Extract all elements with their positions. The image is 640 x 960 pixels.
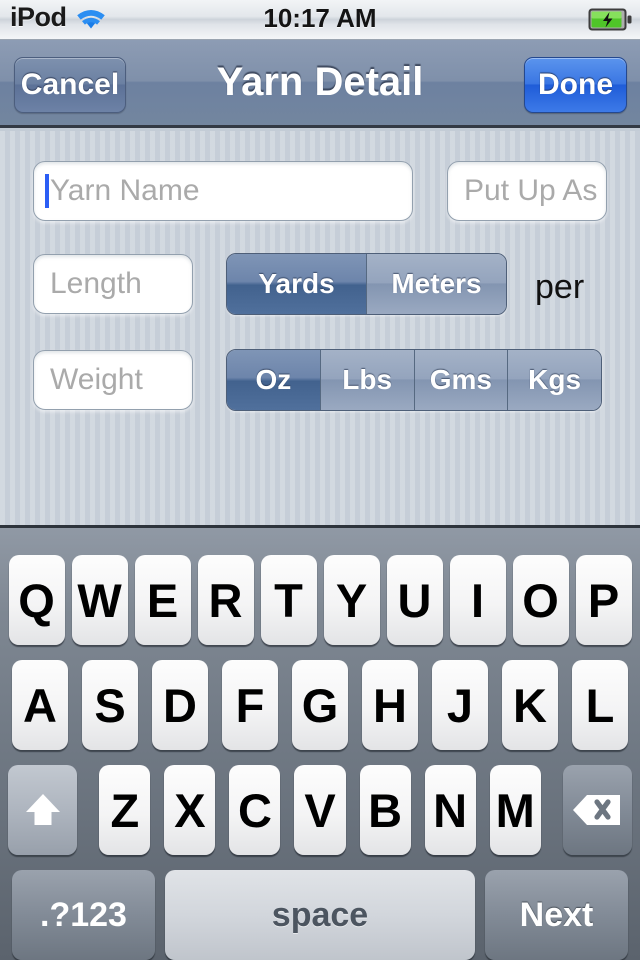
key-u[interactable]: U: [386, 555, 443, 645]
next-key[interactable]: Next: [485, 870, 628, 960]
segment-meters[interactable]: Meters: [367, 254, 506, 314]
weight-input[interactable]: Weight: [33, 350, 193, 410]
space-key[interactable]: space: [165, 870, 475, 960]
navigation-bar: Cancel Yarn Detail Done: [0, 40, 640, 128]
delete-backspace-icon: [573, 795, 621, 825]
key-m[interactable]: M: [489, 765, 541, 855]
battery-charging-icon: [588, 8, 632, 31]
segment-kgs[interactable]: Kgs: [508, 350, 601, 410]
keyboard-row-2: A S D F G H J K L: [0, 660, 640, 750]
segment-gms[interactable]: Gms: [414, 350, 509, 410]
per-label: per: [535, 268, 585, 306]
status-time: 10:17 AM: [263, 3, 377, 33]
shift-key[interactable]: [7, 765, 78, 855]
key-k[interactable]: K: [502, 660, 558, 750]
key-l[interactable]: L: [572, 660, 628, 750]
key-z[interactable]: Z: [99, 765, 151, 855]
key-s[interactable]: S: [82, 660, 138, 750]
length-input[interactable]: Length: [33, 254, 193, 314]
key-g[interactable]: G: [292, 660, 348, 750]
yarn-detail-form: Yarn Name Put Up As Length Yards Meters …: [0, 131, 640, 525]
numbers-mode-key[interactable]: .?123: [12, 870, 155, 960]
key-p[interactable]: P: [575, 555, 632, 645]
done-button[interactable]: Done: [524, 57, 627, 113]
length-placeholder: Length: [50, 267, 142, 300]
weight-placeholder: Weight: [50, 363, 143, 396]
key-e[interactable]: E: [134, 555, 191, 645]
onscreen-keyboard: Q W E R T Y U I O P A S D F G H J K L Z …: [0, 525, 640, 960]
key-f[interactable]: F: [222, 660, 278, 750]
key-x[interactable]: X: [164, 765, 216, 855]
key-n[interactable]: N: [424, 765, 476, 855]
key-o[interactable]: O: [512, 555, 569, 645]
keyboard-row-1: Q W E R T Y U I O P: [0, 555, 640, 645]
key-c[interactable]: C: [229, 765, 281, 855]
yarn-name-placeholder: Yarn Name: [50, 174, 200, 207]
segment-yards[interactable]: Yards: [227, 254, 367, 314]
keyboard-row-3: Z X C V B N M: [0, 765, 640, 855]
key-i[interactable]: I: [449, 555, 506, 645]
iphone-screen: iPod 10:17 AM Cancel Yarn Detail Done Ya…: [0, 0, 640, 960]
yarn-name-input[interactable]: Yarn Name: [33, 161, 413, 221]
key-a[interactable]: A: [12, 660, 68, 750]
put-up-as-input[interactable]: Put Up As: [447, 161, 607, 221]
shift-arrow-icon: [25, 794, 60, 825]
segment-lbs[interactable]: Lbs: [320, 350, 415, 410]
key-j[interactable]: J: [432, 660, 488, 750]
key-t[interactable]: T: [260, 555, 317, 645]
status-bar: iPod 10:17 AM: [0, 0, 640, 40]
text-caret: [45, 174, 49, 208]
key-b[interactable]: B: [359, 765, 411, 855]
put-up-as-placeholder: Put Up As: [464, 174, 598, 207]
key-r[interactable]: R: [197, 555, 254, 645]
weight-unit-segmented-control[interactable]: Oz Lbs Gms Kgs: [226, 349, 602, 411]
key-y[interactable]: Y: [323, 555, 380, 645]
segment-oz[interactable]: Oz: [227, 350, 321, 410]
keyboard-row-4: .?123 space Next: [0, 870, 640, 960]
key-h[interactable]: H: [362, 660, 418, 750]
key-v[interactable]: V: [294, 765, 346, 855]
delete-key[interactable]: [562, 765, 633, 855]
key-q[interactable]: Q: [8, 555, 65, 645]
length-unit-segmented-control[interactable]: Yards Meters: [226, 253, 507, 315]
key-w[interactable]: W: [71, 555, 128, 645]
key-d[interactable]: D: [152, 660, 208, 750]
